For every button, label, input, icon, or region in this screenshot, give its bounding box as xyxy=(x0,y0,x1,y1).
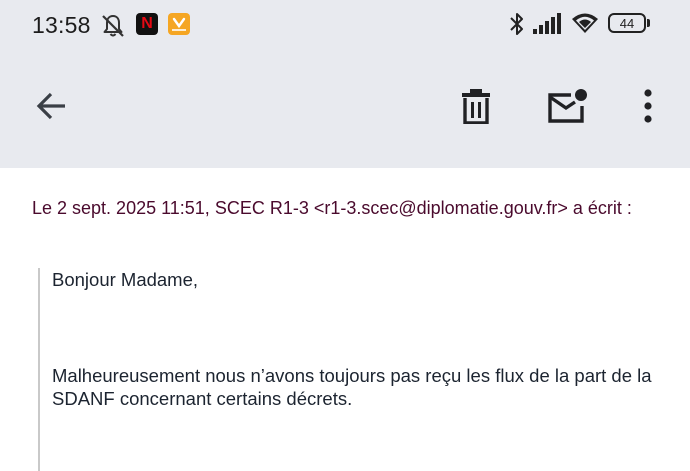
quote-bar xyxy=(38,268,40,471)
netflix-letter: N xyxy=(141,15,153,32)
battery-icon: 44 xyxy=(608,13,646,33)
netflix-app-icon: N xyxy=(136,13,158,35)
battery-level: 44 xyxy=(619,15,635,31)
status-bar: 13:58 N 44 xyxy=(0,0,690,52)
more-vert-icon xyxy=(644,89,652,123)
more-options-button[interactable] xyxy=(628,82,668,130)
mark-unread-icon xyxy=(548,89,587,123)
notifications-off-icon xyxy=(100,13,126,44)
battery-tip xyxy=(647,19,650,27)
delete-button[interactable] xyxy=(452,82,500,130)
status-time: 13:58 xyxy=(32,12,91,38)
message-paragraph: Malheureusement nous n’avons toujours pa… xyxy=(52,365,652,409)
back-button[interactable] xyxy=(28,82,76,130)
greeting-text: Bonjour Madame, xyxy=(52,269,199,290)
shopping-app-icon xyxy=(168,13,190,35)
reply-header: Le 2 sept. 2025 11:51, SCEC R1-3 <r1-3.s… xyxy=(32,198,632,218)
delete-icon xyxy=(462,89,490,124)
back-arrow-icon xyxy=(36,92,65,120)
mark-unread-button[interactable] xyxy=(542,82,594,130)
app-bar xyxy=(0,52,690,168)
wifi-icon xyxy=(570,11,600,42)
cell-signal-icon xyxy=(532,12,562,41)
bluetooth-icon xyxy=(508,11,526,42)
